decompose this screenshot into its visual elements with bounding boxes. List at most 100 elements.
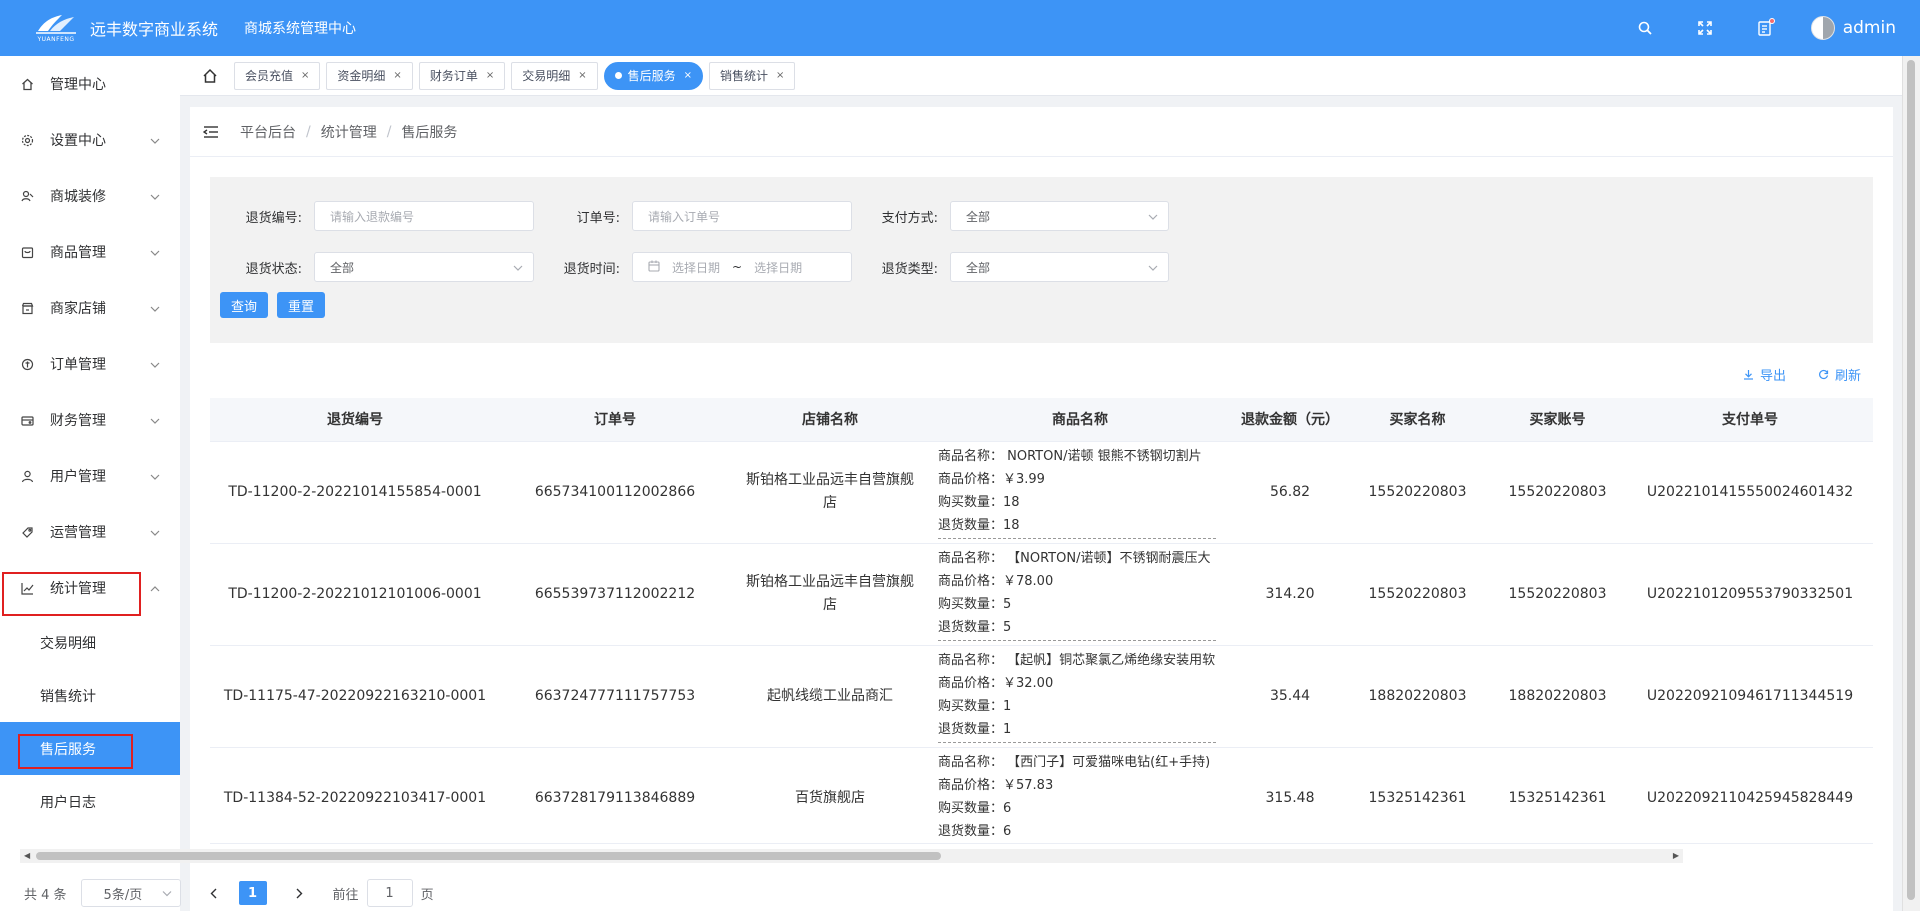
pagination: 共 4 条 5条/页 1 前往 1 页 xyxy=(24,879,434,907)
scroll-left-arrow-icon[interactable]: ◀ xyxy=(24,851,30,860)
extra-cell xyxy=(1870,441,1873,544)
column-header: 买家账号 xyxy=(1485,398,1630,442)
tab-member-recharge[interactable]: 会员充值 × xyxy=(234,61,321,90)
store-icon xyxy=(20,301,34,315)
sidebar-item-settings[interactable]: 设置中心 xyxy=(0,112,180,168)
chevron-down-icon xyxy=(150,132,160,148)
home-tab-icon[interactable] xyxy=(200,66,220,86)
date-separator: ~ xyxy=(732,260,743,274)
order-no-label: 订单号: xyxy=(576,210,620,226)
prev-page-icon[interactable] xyxy=(207,888,221,899)
total-count: 共 4 条 xyxy=(24,887,67,903)
tab-transaction-detail[interactable]: 交易明细 × xyxy=(511,61,598,90)
table-row[interactable]: TD-11384-52-20220922103417-0001 66372817… xyxy=(210,747,1873,843)
home-icon xyxy=(20,77,34,91)
chevron-down-icon xyxy=(1148,209,1158,223)
return-no-input[interactable]: 请输入退款编号 xyxy=(314,201,534,231)
table-row[interactable]: TD-11200-2-20221012101006-0001 665539737… xyxy=(210,543,1873,646)
sidebar-subitem-sales-stats[interactable]: 销售统计 xyxy=(0,669,180,722)
fullscreen-icon[interactable] xyxy=(1695,18,1715,38)
date-end-input[interactable]: 选择日期 xyxy=(754,259,802,276)
chevron-down-icon xyxy=(150,524,160,540)
scrollbar-thumb[interactable] xyxy=(36,852,941,860)
close-icon[interactable]: × xyxy=(684,70,692,81)
sidebar-item-goods[interactable]: 商品管理 xyxy=(0,224,180,280)
notification-badge xyxy=(1768,18,1775,24)
sidebar-item-statistics[interactable]: 统计管理 xyxy=(0,560,180,616)
pay-no-cell: U2022092110425945828449 xyxy=(1630,747,1870,843)
search-icon[interactable] xyxy=(1635,18,1655,38)
return-no-cell: TD-11200-2-20221012101006-0001 xyxy=(210,543,500,646)
sidebar-item-operations[interactable]: 运营管理 xyxy=(0,504,180,560)
sidebar-item-orders[interactable]: 订单管理 xyxy=(0,336,180,392)
sidebar-item-finance[interactable]: 财务管理 xyxy=(0,392,180,448)
export-button[interactable]: 导出 xyxy=(1743,365,1786,384)
page-size-select[interactable]: 5条/页 xyxy=(80,879,181,907)
sail-logo-icon xyxy=(36,15,76,34)
sidebar-item-management-center[interactable]: 管理中心 xyxy=(0,56,180,112)
order-no-cell: 665539737112002212 xyxy=(500,543,730,646)
tab-after-sales[interactable]: 售后服务 × xyxy=(603,61,704,90)
brand-logo[interactable]: YUANFENG xyxy=(26,8,86,48)
goods-price: 商品价格：￥3.99 xyxy=(938,472,1045,487)
sidebar-item-users[interactable]: 用户管理 xyxy=(0,448,180,504)
date-start-input[interactable]: 选择日期 xyxy=(672,259,720,276)
order-icon xyxy=(20,357,34,371)
username[interactable]: admin xyxy=(1843,18,1896,38)
column-header: 退款金额（元） xyxy=(1230,398,1350,442)
close-icon[interactable]: × xyxy=(578,70,586,81)
sidebar-item-decoration[interactable]: 商城装修 xyxy=(0,168,180,224)
logo-text: YUANFENG xyxy=(37,36,75,43)
tab-finance-order[interactable]: 财务订单 × xyxy=(418,61,506,90)
order-no-input[interactable]: 请输入订单号 xyxy=(632,201,852,231)
table-row[interactable]: TD-11200-2-20221014155854-0001 665734100… xyxy=(210,441,1873,544)
close-icon[interactable]: × xyxy=(486,70,494,81)
column-header: 订单号 xyxy=(500,398,730,442)
table-row[interactable]: TD-11175-47-20220922163210-0001 66372477… xyxy=(210,645,1873,748)
tab-label: 交易明细 xyxy=(522,69,571,83)
close-icon[interactable]: × xyxy=(393,70,401,81)
refresh-button[interactable]: 刷新 xyxy=(1818,365,1861,384)
sidebar-subitem-after-sales[interactable]: 售后服务 xyxy=(0,722,180,775)
return-status-select[interactable]: 全部 xyxy=(314,252,534,282)
message-icon[interactable] xyxy=(1755,18,1775,38)
close-icon[interactable]: × xyxy=(301,70,309,81)
page-scrollbar[interactable] xyxy=(1902,56,1920,911)
table-horizontal-scrollbar[interactable]: ◀ ▶ xyxy=(20,849,1683,863)
close-icon[interactable]: × xyxy=(776,70,784,81)
query-button[interactable]: 查询 xyxy=(220,292,269,318)
avatar[interactable] xyxy=(1810,16,1835,40)
jump-page-input[interactable]: 1 xyxy=(366,879,413,907)
return-no-cell: TD-11175-47-20220922163210-0001 xyxy=(210,645,500,748)
amount-cell: 315.48 xyxy=(1230,747,1350,843)
sidebar-subitem-user-log[interactable]: 用户日志 xyxy=(0,775,180,828)
pay-method-select[interactable]: 全部 xyxy=(950,201,1169,231)
page-number-current[interactable]: 1 xyxy=(238,881,267,905)
breadcrumb-separator: / xyxy=(306,123,311,140)
shop-name: 斯铂格工业品远丰自营旗舰店 xyxy=(746,472,914,511)
goods-price: 商品价格：￥32.00 xyxy=(938,676,1054,691)
breadcrumb-item[interactable]: 平台后台 xyxy=(240,122,296,142)
reset-button[interactable]: 重置 xyxy=(277,292,326,318)
sidebar-item-label: 管理中心 xyxy=(50,77,106,93)
fold-menu-icon[interactable] xyxy=(202,123,220,141)
return-time-range[interactable]: 选择日期 ~ 选择日期 xyxy=(632,252,852,282)
sidebar-item-stores[interactable]: 商家店铺 xyxy=(0,280,180,336)
active-dot xyxy=(614,72,622,79)
sidebar-item-label: 商品管理 xyxy=(50,245,106,261)
scrollbar-thumb[interactable] xyxy=(1907,60,1915,900)
goods-cell: 商品名称： NORTON/诺顿 银熊不锈钢切割片 商品价格：￥3.99 购买数量… xyxy=(930,441,1230,544)
buyer-name-cell: 15520220803 xyxy=(1350,543,1485,646)
return-type-select[interactable]: 全部 xyxy=(950,252,1169,282)
tab-sales-stats[interactable]: 销售统计 × xyxy=(709,61,796,90)
breadcrumb-item[interactable]: 统计管理 xyxy=(321,122,377,142)
sidebar-subitem-transaction-detail[interactable]: 交易明细 xyxy=(0,616,180,669)
page-size-value: 5条/页 xyxy=(103,887,143,903)
next-page-icon[interactable] xyxy=(293,888,307,899)
chevron-down-icon xyxy=(150,188,160,204)
table-header-row: 退货编号 订单号 店铺名称 商品名称 退款金额（元） 买家名称 买家账号 支付单… xyxy=(210,398,1873,442)
scroll-right-arrow-icon[interactable]: ▶ xyxy=(1673,851,1679,860)
extra-cell xyxy=(1870,747,1873,843)
tab-fund-detail[interactable]: 资金明细 × xyxy=(326,61,413,90)
pay-no-cell: U2022101415550024601432 xyxy=(1630,441,1870,544)
